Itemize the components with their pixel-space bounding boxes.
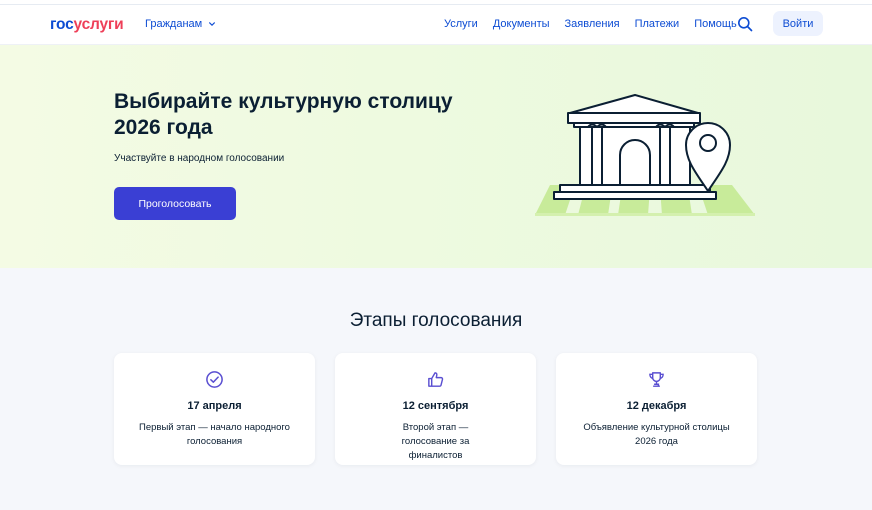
search-icon[interactable] bbox=[737, 16, 753, 32]
main-nav: Услуги Документы Заявления Платежи Помощ… bbox=[444, 18, 737, 30]
trophy-icon bbox=[649, 372, 664, 387]
hero-banner: Выбирайте культурную столицу 2026 года У… bbox=[0, 45, 872, 268]
nav-item-documents[interactable]: Документы bbox=[493, 18, 550, 30]
site-header: госуслуги Гражданам Услуги Документы Зая… bbox=[0, 5, 872, 45]
stage-description: Второй этап — голосование за финалистов bbox=[401, 422, 470, 461]
museum-illustration-icon bbox=[535, 94, 755, 216]
check-circle-icon bbox=[206, 371, 223, 388]
chevron-down-icon bbox=[209, 22, 216, 26]
vote-button[interactable]: Проголосовать bbox=[114, 187, 236, 220]
stage-card: 12 сентября Второй этап — голосование за… bbox=[335, 353, 536, 465]
stage-description: Объявление культурной столицы 2026 года bbox=[583, 422, 730, 447]
gosuslugi-logo[interactable]: госуслуги bbox=[50, 16, 124, 34]
nav-item-payments[interactable]: Платежи bbox=[635, 18, 680, 30]
stage-description: Первый этап — начало народного голосован… bbox=[139, 422, 290, 447]
citizens-label: Гражданам bbox=[145, 18, 203, 30]
stage-card: 12 декабря Объявление культурной столицы… bbox=[556, 353, 757, 465]
logo-part-uslugi: услуги bbox=[73, 16, 124, 33]
thumbs-up-icon bbox=[428, 372, 444, 387]
nav-item-help[interactable]: Помощь bbox=[694, 18, 737, 30]
stage-date: 12 сентября bbox=[402, 400, 469, 412]
login-button[interactable]: Войти bbox=[773, 11, 823, 36]
nav-item-services[interactable]: Услуги bbox=[444, 18, 478, 30]
nav-item-applications[interactable]: Заявления bbox=[565, 18, 620, 30]
stage-date: 17 апреля bbox=[187, 400, 242, 412]
citizens-dropdown[interactable]: Гражданам bbox=[145, 18, 216, 30]
hero-title: Выбирайте культурную столицу 2026 года bbox=[114, 90, 453, 139]
stage-card: 17 апреля Первый этап — начало народного… bbox=[114, 353, 315, 465]
stage-date: 12 декабря bbox=[626, 400, 687, 412]
stages-title: Этапы голосования bbox=[349, 310, 523, 331]
stages-cards: 17 апреля Первый этап — начало народного… bbox=[114, 353, 757, 465]
logo-part-gos: гос bbox=[50, 16, 74, 33]
hero-subtitle: Участвуйте в народном голосовании bbox=[114, 153, 285, 164]
